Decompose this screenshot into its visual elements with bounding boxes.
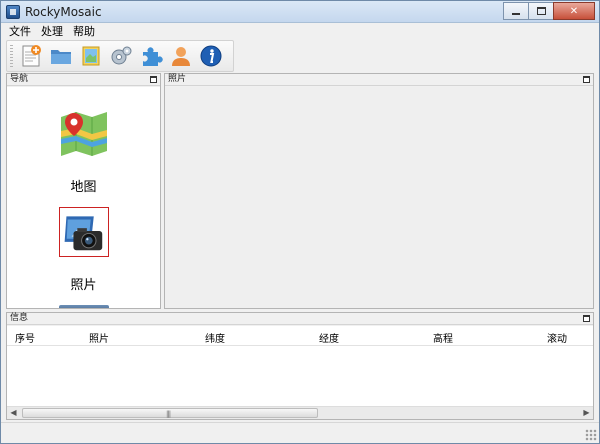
notes-button[interactable] [76,42,106,70]
window-controls: ✕ [503,2,595,20]
menu-bar: 文件 处理 帮助 [1,23,599,39]
nav-item-next-partial[interactable] [59,305,109,308]
scrollbar-thumb[interactable]: ||| [22,408,318,418]
settings-gear-icon [111,46,132,65]
menu-file[interactable]: 文件 [9,23,31,39]
toolbar [6,40,234,72]
minimize-icon [512,13,520,15]
menu-help[interactable]: 帮助 [73,23,95,39]
close-icon: ✕ [569,5,579,17]
minimize-button[interactable] [503,2,529,20]
new-button[interactable] [16,42,46,70]
info-panel-header: 信息 [7,313,593,325]
navigation-panel: 导航 地图 照片 [6,73,161,309]
window-title: RockyMosaic [25,5,102,19]
photos-panel-title: 照片 [168,74,187,84]
title-bar[interactable]: RockyMosaic ✕ [1,1,599,23]
open-folder-icon [51,50,71,64]
settings-button[interactable] [106,42,136,70]
plugin-puzzle-icon [143,47,163,66]
column-header-elevation[interactable]: 高程 [433,330,453,345]
open-button[interactable] [46,42,76,70]
nav-item-photos[interactable]: 照片 [7,207,160,293]
map-pin-icon [60,112,107,156]
column-header-index[interactable]: 序号 [15,330,35,345]
nav-item-photos-label: 照片 [70,278,97,293]
navigation-list: 地图 照片 [7,87,160,308]
column-header-photo[interactable]: 照片 [89,330,109,345]
navigation-panel-header: 导航 [7,74,160,86]
info-panel: 信息 序号 照片 纬度 经度 高程 滚动 ◀ ||| ▶ [6,312,594,420]
column-header-longitude[interactable]: 经度 [319,330,339,345]
close-button[interactable]: ✕ [553,2,595,20]
status-bar [1,422,599,443]
info-panel-maximize-button[interactable] [583,315,590,322]
info-panel-title: 信息 [10,313,29,323]
info-table: 序号 照片 纬度 经度 高程 滚动 ◀ ||| ▶ [7,326,593,419]
map-notes-icon [82,46,100,66]
new-document-icon [22,45,41,67]
toolbar-grip[interactable] [10,45,13,67]
photos-panel-maximize-button[interactable] [583,76,590,83]
column-header-latitude[interactable]: 纬度 [205,330,225,345]
maximize-button[interactable] [528,2,554,20]
navigation-panel-maximize-button[interactable] [150,76,157,83]
app-icon [6,5,20,19]
resize-grip-icon[interactable] [585,429,597,441]
app-window: RockyMosaic ✕ 文件 处理 帮助 导航 地图 照片 照片 信息 序号… [0,0,600,444]
scrollbar-grip-icon: ||| [166,410,171,418]
info-icon [200,45,222,67]
user-button[interactable] [166,42,196,70]
navigation-panel-title: 导航 [10,74,29,84]
photos-panel: 照片 [164,73,594,309]
camera-photo-icon [58,207,109,257]
photos-view[interactable] [165,87,593,308]
photos-panel-header: 照片 [165,74,593,86]
scroll-left-arrow-icon[interactable]: ◀ [7,407,20,419]
nav-item-map[interactable]: 地图 [7,109,160,195]
horizontal-scrollbar[interactable]: ◀ ||| ▶ [7,406,593,419]
about-button[interactable] [196,42,226,70]
menu-process[interactable]: 处理 [41,23,63,39]
user-icon [172,47,190,66]
plugins-button[interactable] [136,42,166,70]
nav-item-map-label: 地图 [70,180,97,195]
table-header: 序号 照片 纬度 经度 高程 滚动 [7,326,593,346]
maximize-icon [536,7,546,15]
column-header-roll[interactable]: 滚动 [547,330,567,345]
scroll-right-arrow-icon[interactable]: ▶ [580,407,593,419]
